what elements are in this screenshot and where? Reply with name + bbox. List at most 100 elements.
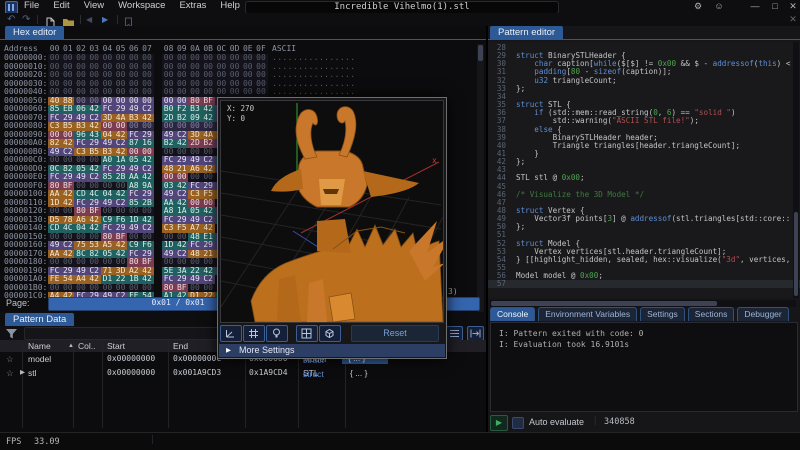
- header-col: 0C: [215, 44, 228, 53]
- code-text: /* Visualize the 3D Model */: [516, 191, 644, 199]
- code-line[interactable]: 42};: [488, 158, 800, 166]
- pattern-row[interactable]: ☆▶stl0x000000000x001A9CD30x1A9CD4struct …: [0, 367, 486, 380]
- menu-workspace[interactable]: Workspace: [118, 0, 165, 11]
- favorite-star-icon[interactable]: ☆: [6, 354, 14, 365]
- pane-close-icon[interactable]: ✕: [786, 13, 800, 25]
- tab-settings[interactable]: Settings: [640, 307, 685, 321]
- tree-rows-icon[interactable]: [446, 326, 463, 341]
- reset-button[interactable]: Reset: [351, 325, 439, 342]
- auto-evaluate-label: Auto evaluate: [529, 417, 584, 427]
- close-button[interactable]: ✕: [786, 0, 800, 12]
- menu-edit[interactable]: Edit: [53, 0, 69, 11]
- header-col: 06: [127, 44, 140, 53]
- hex-scrollbar[interactable]: [477, 44, 484, 320]
- code-text: STL stl @ 0x00;: [516, 174, 585, 182]
- evaluate-row: ▶ Auto evaluate | 340858: [488, 414, 800, 432]
- pattern-size: 0x1A9CD4: [249, 368, 288, 377]
- code-line[interactable]: 32 u32 triangleCount;: [488, 77, 800, 85]
- code-text: };: [516, 158, 525, 166]
- stl-model: [251, 107, 443, 322]
- texture-icon[interactable]: [296, 325, 318, 342]
- column-color[interactable]: Col..: [78, 341, 95, 351]
- expand-icon[interactable]: ▶: [20, 368, 25, 376]
- code-line[interactable]: 41 }: [488, 150, 800, 158]
- column-end[interactable]: End: [173, 341, 188, 351]
- axes-toggle-icon[interactable]: [220, 325, 242, 342]
- auto-evaluate-checkbox[interactable]: [512, 417, 524, 429]
- viewer-toolbar: Reset: [218, 325, 446, 342]
- tab-pattern-data[interactable]: Pattern Data: [5, 313, 74, 326]
- code-line[interactable]: 50};: [488, 223, 800, 231]
- code-line[interactable]: 33};: [488, 85, 800, 93]
- undo-icon[interactable]: ↶: [7, 13, 15, 26]
- back-icon[interactable]: ◀: [86, 13, 92, 26]
- menu-extras[interactable]: Extras: [179, 0, 206, 11]
- code-line[interactable]: 57: [488, 280, 800, 288]
- header-col: 0D: [228, 44, 241, 53]
- pattern-editor-pane: Pattern editor 2829struct BinarySTLHeade…: [488, 26, 800, 432]
- tab-environment-variables[interactable]: Environment Variables: [538, 307, 637, 321]
- x-axis-label: x: [432, 156, 437, 165]
- expand-arrow-icon: ▶: [226, 344, 231, 357]
- cube-view-icon[interactable]: [319, 325, 341, 342]
- code-line[interactable]: 49 Vector3f points[3] @ addressof(stl.tr…: [488, 215, 800, 223]
- pattern-name: model: [28, 354, 51, 364]
- column-name[interactable]: Name: [28, 341, 51, 351]
- menu-help[interactable]: Help: [220, 0, 240, 11]
- horizontal-scrollbar[interactable]: [490, 300, 796, 307]
- tab-pattern-editor[interactable]: Pattern editor: [490, 26, 563, 39]
- 3d-viewport[interactable]: x X: 270 Y: 0: [220, 100, 444, 323]
- header-col: 04: [101, 44, 114, 53]
- header-ascii: ASCII: [272, 44, 296, 53]
- minimize-button[interactable]: —: [748, 0, 762, 12]
- rotation-coords: X: 270 Y: 0: [227, 104, 254, 124]
- light-toggle-icon[interactable]: [266, 325, 288, 342]
- page-value: 0x01 / 0x01: [140, 298, 216, 307]
- run-pattern-button[interactable]: ▶: [490, 415, 508, 431]
- redo-icon[interactable]: ↷: [22, 13, 30, 26]
- evaluation-counter: 340858: [604, 417, 635, 427]
- 3d-visualizer-popup: x X: 270 Y: 0: [217, 97, 447, 359]
- column-start[interactable]: Start: [107, 341, 125, 351]
- header-col: 09: [175, 44, 188, 53]
- code-line[interactable]: 46/* Visualize the 3D Model */: [488, 191, 800, 199]
- title-bar: File Edit View Workspace Extras Help Incredib…: [0, 0, 800, 13]
- code-line[interactable]: 54} [[highlight_hidden, sealed, hex::vis…: [488, 256, 800, 264]
- tab-debugger[interactable]: Debugger: [737, 307, 788, 321]
- imhex-window: File Edit View Workspace Extras Help Incredib…: [0, 0, 800, 450]
- pattern-type: struct STL: [303, 368, 347, 378]
- header-col: 05: [114, 44, 127, 53]
- code-line[interactable]: 44STL stl @ 0x00;: [488, 174, 800, 182]
- code-line[interactable]: 56Model model @ 0x00;: [488, 272, 800, 280]
- menu-file[interactable]: File: [24, 0, 39, 11]
- tab-hex-editor[interactable]: Hex editor: [5, 26, 64, 39]
- header-col: 0F: [254, 44, 267, 53]
- smiley-icon[interactable]: ☺: [712, 0, 726, 12]
- auto-size-columns-icon[interactable]: [467, 326, 484, 341]
- status-bar: FPS 33.09 |: [0, 432, 800, 450]
- menu-view[interactable]: View: [84, 0, 104, 11]
- code-text: u32 triangleCount;: [516, 77, 617, 85]
- code-text: };: [516, 85, 525, 93]
- code-editor[interactable]: 2829struct BinarySTLHeader {30 char capt…: [488, 42, 800, 298]
- vertical-scrollbar[interactable]: [793, 42, 799, 298]
- tab-sections[interactable]: Sections: [688, 307, 735, 321]
- window-title: Incredible Vihelmo(1).stl: [246, 2, 558, 13]
- forward-icon[interactable]: ▶: [102, 13, 108, 26]
- maximize-button[interactable]: □: [768, 0, 782, 12]
- grid-toggle-icon[interactable]: [243, 325, 265, 342]
- more-settings-header[interactable]: ▶ More Settings: [219, 344, 445, 357]
- code-text: Triangle triangles[header.triangleCount]…: [516, 142, 740, 150]
- pattern-end: 0x001A9CD3: [173, 368, 221, 377]
- gear-icon[interactable]: ⚙: [691, 0, 705, 12]
- console-output: I: Pattern exited with code: 0I: Evaluat…: [490, 322, 798, 412]
- more-settings-label: More Settings: [239, 344, 295, 357]
- code-text: Vector3f points[3] @ addressof(stl.trian…: [516, 215, 790, 223]
- header-col: 07: [140, 44, 153, 53]
- header-col: 00: [48, 44, 61, 53]
- pattern-start: 0x00000000: [107, 354, 155, 363]
- pattern-value: { ... }: [350, 368, 368, 378]
- toolbar: ↶ ↷ ◀ ▶ ✕: [0, 13, 800, 26]
- tab-console[interactable]: Console: [490, 307, 535, 321]
- favorite-star-icon[interactable]: ☆: [6, 368, 14, 379]
